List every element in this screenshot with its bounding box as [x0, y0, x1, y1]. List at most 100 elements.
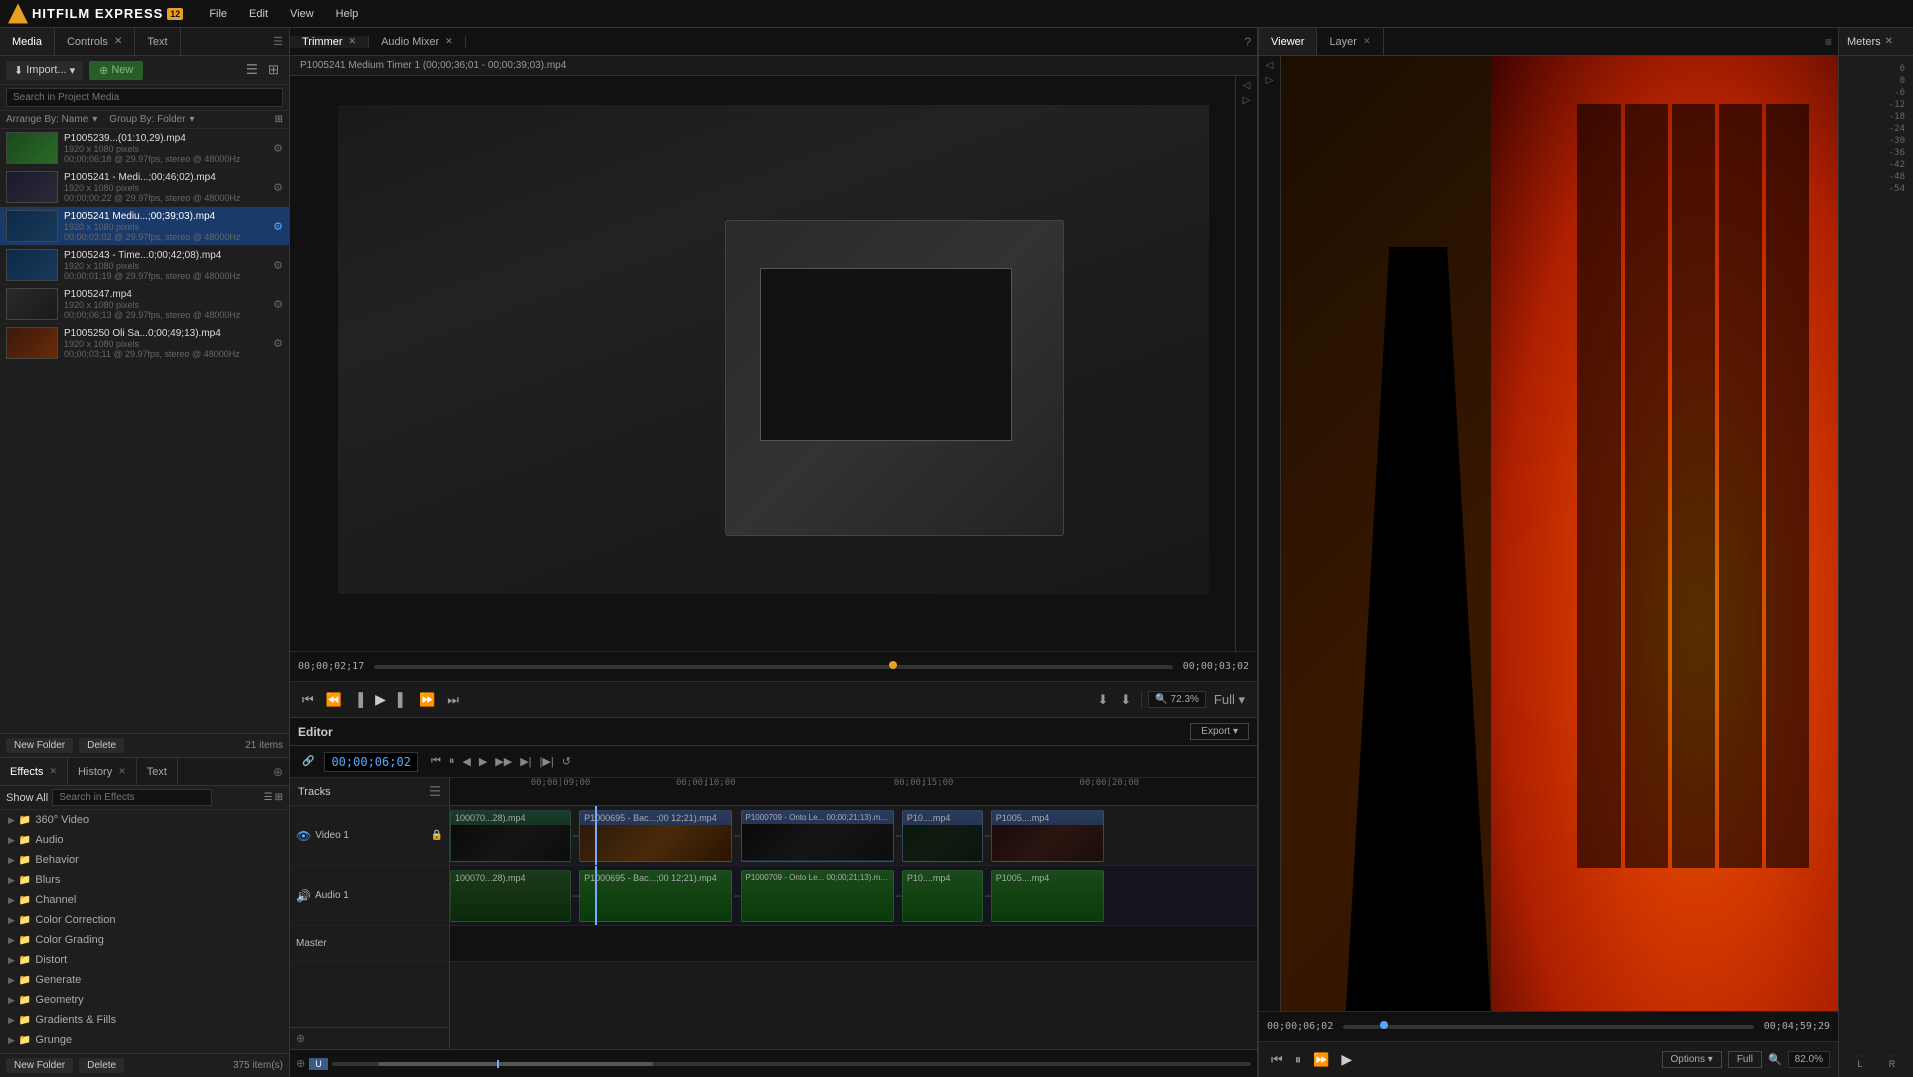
- tab-trimmer[interactable]: Trimmer ✕: [290, 36, 369, 48]
- track-visibility-icon[interactable]: 👁: [296, 829, 311, 843]
- viewer-side-btn[interactable]: ◁: [1266, 60, 1274, 71]
- effects-category-audio[interactable]: ▶ 📁 Audio: [0, 830, 289, 850]
- list-view-btn[interactable]: ☰: [242, 60, 262, 80]
- import-button[interactable]: ⬇ Import... ▾: [6, 61, 83, 80]
- media-item[interactable]: P1005247.mp4 1920 x 1080 pixels 00;00;06…: [0, 285, 289, 324]
- media-item[interactable]: P1005239...(01:10,29).mp4 1920 x 1080 pi…: [0, 129, 289, 168]
- close-controls-tab[interactable]: ✕: [114, 36, 122, 47]
- viewer-viewport[interactable]: ◁ ▷: [1259, 56, 1838, 1011]
- viewer-options-button[interactable]: Options ▾: [1662, 1051, 1722, 1068]
- track-lock-icon[interactable]: 🔒: [431, 830, 443, 841]
- trimmer-append[interactable]: ⬇: [1116, 690, 1135, 710]
- effects-category-color-correction[interactable]: ▶ 📁 Color Correction: [0, 910, 289, 930]
- viewer-options-icon[interactable]: ≡: [1825, 35, 1832, 49]
- audio-clip[interactable]: P1000695 - Bac...;00 12;21).mp4: [579, 870, 732, 922]
- editor-mark-in[interactable]: ◀: [459, 754, 473, 769]
- effects-new-folder-button[interactable]: New Folder: [6, 1058, 73, 1073]
- close-history-tab[interactable]: ✕: [118, 766, 126, 777]
- media-item[interactable]: P1005241 - Medi...;00;46;02).mp4 1920 x …: [0, 168, 289, 207]
- audio-clip[interactable]: P10....mp4: [902, 870, 983, 922]
- effects-category-distort[interactable]: ▶ 📁 Distort: [0, 950, 289, 970]
- media-item-settings[interactable]: ⚙: [273, 337, 283, 350]
- tracks-options-btn[interactable]: ☰: [429, 784, 441, 800]
- video-timeline-track[interactable]: 100070...28).mp4 ⇔ P1000695 - Bac...;00 …: [450, 806, 1257, 866]
- media-search-input[interactable]: [6, 88, 283, 107]
- add-track-btn[interactable]: ⊕: [296, 1032, 305, 1045]
- tab-audio-mixer[interactable]: Audio Mixer ✕: [369, 36, 466, 48]
- editor-to-start[interactable]: ⏮: [428, 754, 444, 769]
- media-item-settings[interactable]: ⚙: [273, 259, 283, 272]
- effects-category-360[interactable]: ▶ 📁 360° Video: [0, 810, 289, 830]
- close-effects-tab[interactable]: ✕: [49, 766, 57, 777]
- effects-category-behavior[interactable]: ▶ 📁 Behavior: [0, 850, 289, 870]
- grid-view-btn[interactable]: ⊞: [264, 60, 283, 80]
- delete-button[interactable]: Delete: [79, 738, 124, 753]
- menu-view[interactable]: View: [280, 6, 324, 22]
- editor-add-track-btn[interactable]: ⊕: [296, 1057, 305, 1070]
- audio-clip[interactable]: P1005....mp4: [991, 870, 1104, 922]
- tab-media[interactable]: Media: [0, 28, 55, 55]
- tab-effects[interactable]: Effects ✕: [0, 758, 68, 785]
- media-item-settings[interactable]: ⚙: [273, 142, 283, 155]
- trimmer-to-start[interactable]: ⏮: [298, 690, 318, 710]
- editor-sync-btn[interactable]: U: [309, 1058, 328, 1070]
- menu-help[interactable]: Help: [326, 6, 369, 22]
- new-folder-button[interactable]: New Folder: [6, 738, 73, 753]
- trimmer-insert-at[interactable]: ⬇: [1094, 690, 1113, 710]
- tab-controls[interactable]: Controls ✕: [55, 28, 135, 55]
- editor-scroll-bar[interactable]: [332, 1062, 1251, 1066]
- editor-play[interactable]: ▶: [476, 754, 490, 769]
- audio-track-icon[interactable]: 🔊: [296, 889, 311, 903]
- panel-options-icon[interactable]: ☰: [273, 35, 283, 48]
- trimmer-mark-out[interactable]: ▌: [394, 690, 411, 709]
- arrange-options[interactable]: ⊞: [275, 114, 283, 125]
- editor-loop[interactable]: ↺: [559, 754, 574, 769]
- trimmer-play[interactable]: ▶: [371, 689, 390, 710]
- viewer-playhead[interactable]: [1380, 1021, 1388, 1029]
- editor-snap[interactable]: 🔗: [298, 754, 318, 769]
- editor-timecode[interactable]: 00;00;06;02: [324, 752, 417, 772]
- viewer-side-btn2[interactable]: ▷: [1266, 75, 1274, 86]
- trimmer-side-btn[interactable]: ◁: [1243, 80, 1251, 91]
- editor-to-end[interactable]: |▶|: [537, 754, 557, 769]
- group-dropdown[interactable]: ▾: [189, 114, 194, 125]
- media-item-settings[interactable]: ⚙: [273, 220, 283, 233]
- trimmer-side-btn2[interactable]: ▷: [1243, 95, 1251, 106]
- effects-category-blurs[interactable]: ▶ 📁 Blurs: [0, 870, 289, 890]
- menu-edit[interactable]: Edit: [239, 6, 278, 22]
- media-item[interactable]: P1005250 Oli Sa...0;00;49;13).mp4 1920 x…: [0, 324, 289, 363]
- viewer-progress-bar[interactable]: [1343, 1025, 1754, 1029]
- video-clip[interactable]: P10....mp4: [902, 810, 983, 862]
- effects-delete-button[interactable]: Delete: [79, 1058, 124, 1073]
- trimmer-progress-bar[interactable]: [374, 665, 1173, 669]
- audio-timeline-track[interactable]: 100070...28).mp4 ⇔ P1000695 - Bac...;00 …: [450, 866, 1257, 926]
- close-layer-tab[interactable]: ✕: [1363, 36, 1371, 47]
- effects-category-gradients[interactable]: ▶ 📁 Gradients & Fills: [0, 1010, 289, 1030]
- media-item[interactable]: P1005243 - Time...0;00;42;08).mp4 1920 x…: [0, 246, 289, 285]
- timeline-playhead[interactable]: [595, 806, 597, 865]
- audio-clip[interactable]: P1000709 - Onto Le... 00;00;21;13).mp4: [741, 870, 894, 922]
- viewer-step-fwd[interactable]: ⏩: [1309, 1050, 1333, 1070]
- trimmer-step-back[interactable]: ⏪: [322, 690, 346, 710]
- viewer-play[interactable]: ▶: [1337, 1049, 1356, 1070]
- trimmer-playhead[interactable]: [889, 661, 897, 669]
- editor-mark-out[interactable]: ▶▶: [492, 754, 515, 769]
- arrange-dropdown[interactable]: ▾: [92, 114, 97, 125]
- close-trimmer-tab[interactable]: ✕: [349, 36, 357, 47]
- video-clip[interactable]: P1000695 - Bac...;00 12;21).mp4: [579, 810, 732, 862]
- trimmer-quality[interactable]: Full ▾: [1210, 690, 1249, 710]
- effects-add-icon[interactable]: ⊕: [273, 765, 283, 779]
- effects-category-geometry[interactable]: ▶ 📁 Geometry: [0, 990, 289, 1010]
- effects-search-input[interactable]: [52, 789, 212, 806]
- video-clip[interactable]: 100070...28).mp4: [450, 810, 571, 862]
- tab-text[interactable]: Text: [135, 28, 180, 55]
- media-item-selected[interactable]: P1005241 Mediu...;00;39;03).mp4 1920 x 1…: [0, 207, 289, 246]
- effects-category-generate[interactable]: ▶ 📁 Generate: [0, 970, 289, 990]
- effects-category-channel[interactable]: ▶ 📁 Channel: [0, 890, 289, 910]
- close-audio-mixer-tab[interactable]: ✕: [445, 36, 453, 47]
- import-dropdown-icon[interactable]: ▾: [70, 64, 76, 77]
- effects-category-grunge[interactable]: ▶ 📁 Grunge: [0, 1030, 289, 1050]
- audio-clip[interactable]: 100070...28).mp4: [450, 870, 571, 922]
- trimmer-help-icon[interactable]: ?: [1244, 35, 1251, 49]
- effects-category-color-grading[interactable]: ▶ 📁 Color Grading: [0, 930, 289, 950]
